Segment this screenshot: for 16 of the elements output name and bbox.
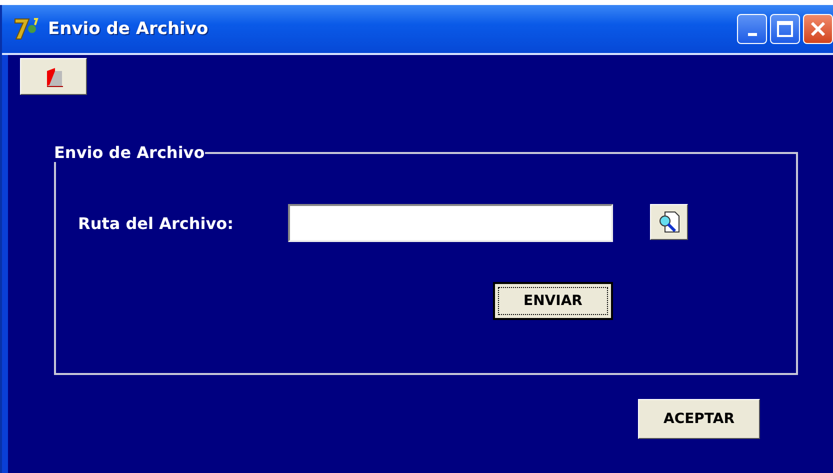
window-title: Envio de Archivo xyxy=(48,19,210,39)
close-button[interactable] xyxy=(803,14,833,44)
send-button[interactable]: ENVIAR xyxy=(493,282,613,320)
path-label: Ruta del Archivo: xyxy=(78,214,235,232)
close-icon xyxy=(810,21,826,37)
group-title: Envio de Archivo xyxy=(54,143,205,162)
browse-button[interactable] xyxy=(650,204,688,240)
search-icon xyxy=(657,210,681,234)
app-icon xyxy=(14,17,40,41)
path-input-field[interactable] xyxy=(288,204,613,242)
maximize-icon xyxy=(777,21,793,37)
exit-button[interactable] xyxy=(20,58,87,95)
maximize-button[interactable] xyxy=(770,14,800,44)
minimize-icon xyxy=(748,32,756,36)
minimize-button[interactable] xyxy=(737,14,767,44)
accept-button[interactable]: ACEPTAR xyxy=(638,399,760,439)
